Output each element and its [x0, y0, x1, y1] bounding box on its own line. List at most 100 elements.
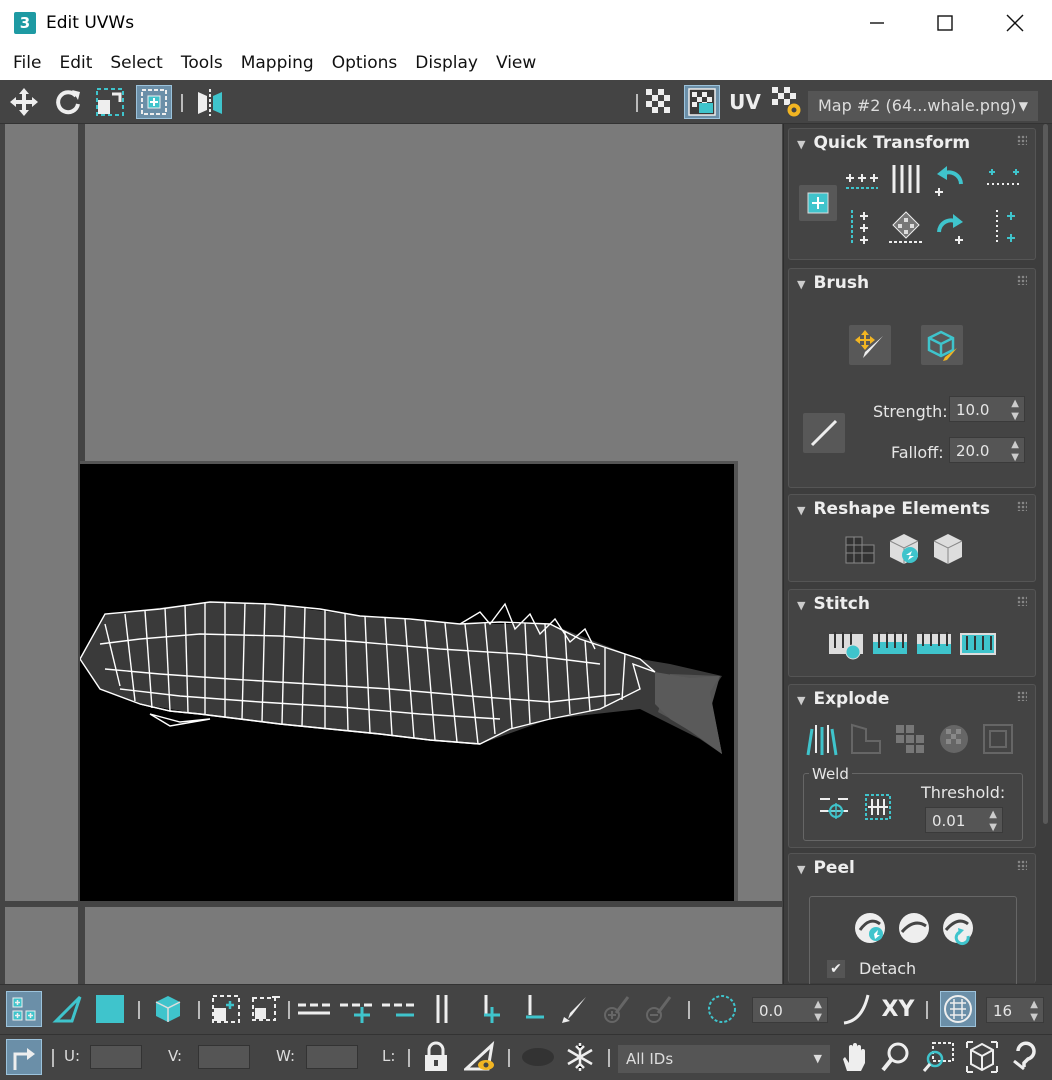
rollout-brush-header[interactable]: ▼ Brush	[797, 273, 869, 293]
menu-edit[interactable]: Edit	[50, 53, 101, 73]
straighten-selection-button[interactable]	[841, 531, 879, 567]
move-button[interactable]	[6, 85, 42, 119]
space-vertical-button[interactable]	[887, 209, 925, 245]
ring-select-button[interactable]	[424, 991, 460, 1027]
paint-move-button[interactable]	[849, 325, 891, 365]
freeform-button[interactable]	[136, 85, 172, 119]
rotate-button[interactable]	[50, 85, 86, 119]
menu-select[interactable]: Select	[101, 53, 171, 73]
falloff-spinner[interactable]: 20.0 ▲ ▼	[949, 437, 1025, 463]
ring-grow-button[interactable]	[472, 991, 508, 1027]
pan-button[interactable]	[836, 1039, 872, 1075]
map-dropdown[interactable]: Map #2 (64...whale.png) ▼	[808, 91, 1038, 121]
scrollbar-thumb[interactable]	[1043, 124, 1048, 824]
lock-selection-button[interactable]	[418, 1039, 454, 1075]
zoom-region-button[interactable]	[920, 1039, 956, 1075]
rollout-quick-transform-header[interactable]: ▼ Quick Transform	[797, 133, 970, 153]
grid-snap-button[interactable]	[940, 991, 976, 1027]
threshold-spinner[interactable]: 0.01 ▲ ▼	[925, 807, 1003, 833]
menu-mapping[interactable]: Mapping	[232, 53, 323, 73]
shrink-selection-button[interactable]	[248, 991, 284, 1027]
zoom-button[interactable]	[878, 1039, 914, 1075]
align-vertical-button[interactable]	[843, 209, 881, 245]
spinner-arrows-icon[interactable]: ▲ ▼	[814, 998, 822, 1024]
hide-unselected-button[interactable]	[462, 1039, 498, 1075]
loop-grow-button[interactable]	[338, 991, 374, 1027]
relax-button[interactable]	[885, 531, 923, 567]
spinner-arrows-icon[interactable]: ▲ ▼	[1011, 438, 1019, 464]
panel-scrollbar[interactable]	[1039, 124, 1052, 984]
grow-selection-button[interactable]	[208, 991, 244, 1027]
grid-size-spinner[interactable]: 16 ▲ ▼	[986, 997, 1044, 1023]
minimize-button[interactable]	[842, 0, 912, 46]
texture-map-area[interactable]	[80, 461, 738, 901]
xy-space-button[interactable]: XY	[880, 991, 916, 1027]
menu-view[interactable]: View	[487, 53, 545, 73]
space-horizontal-button[interactable]	[887, 161, 925, 197]
close-button[interactable]	[980, 0, 1050, 46]
maximize-button[interactable]	[910, 0, 980, 46]
edge-mode-button[interactable]	[50, 991, 86, 1027]
absolute-offset-toggle[interactable]	[6, 1039, 42, 1075]
rollout-peel-header[interactable]: ▼ Peel	[797, 858, 855, 878]
u-field[interactable]	[90, 1045, 142, 1069]
rotate-cw-button[interactable]	[931, 209, 969, 245]
paint-select-button[interactable]	[556, 991, 592, 1027]
explode-by-angle-button[interactable]	[847, 721, 885, 757]
w-field[interactable]	[306, 1045, 358, 1069]
falloff-curve-button[interactable]	[840, 991, 876, 1027]
relax-settings-button[interactable]	[929, 531, 967, 567]
relax-brush-button[interactable]	[921, 325, 963, 365]
stitch-average-button[interactable]	[915, 626, 953, 662]
v-field[interactable]	[198, 1045, 250, 1069]
menu-display[interactable]: Display	[406, 53, 487, 73]
checker-pattern-button[interactable]	[641, 85, 677, 119]
paint-grow-button[interactable]	[598, 991, 634, 1027]
help-button[interactable]	[1008, 1039, 1044, 1075]
rollout-stitch-header[interactable]: ▼ Stitch	[797, 594, 870, 614]
strength-spinner[interactable]: 10.0 ▲ ▼	[949, 396, 1025, 422]
menu-tools[interactable]: Tools	[172, 53, 232, 73]
uv-mode-button[interactable]: UV	[727, 85, 763, 119]
loop-shrink-button[interactable]	[380, 991, 416, 1027]
stitch-to-source-button[interactable]	[959, 626, 997, 662]
quick-peel-button[interactable]	[851, 910, 889, 946]
menu-file[interactable]: File	[4, 53, 50, 73]
vertex-mode-button[interactable]	[6, 991, 42, 1027]
spinner-arrows-icon[interactable]: ▲ ▼	[989, 808, 997, 834]
align-to-edge-vertical-button[interactable]	[985, 209, 1023, 245]
align-to-edge-horizontal-button[interactable]	[985, 161, 1023, 197]
detach-checkbox[interactable]: ✔	[827, 960, 845, 978]
explode-by-smoothing-button[interactable]	[979, 721, 1017, 757]
material-id-dropdown[interactable]: All IDs ▼	[618, 1045, 830, 1073]
soft-selection-button[interactable]	[704, 991, 740, 1027]
rollout-explode-header[interactable]: ▼ Explode	[797, 689, 889, 709]
show-map-button[interactable]	[684, 85, 720, 119]
freeze-button[interactable]	[562, 1039, 598, 1075]
polygon-mode-button[interactable]	[92, 991, 128, 1027]
loop-select-button[interactable]	[296, 991, 332, 1027]
angle-spinner[interactable]: 0.0 ▲ ▼	[752, 997, 828, 1023]
set-pivot-button[interactable]	[799, 185, 837, 221]
brush-falloff-button[interactable]	[803, 413, 845, 453]
uv-viewport[interactable]	[5, 124, 782, 984]
explode-by-material-button[interactable]	[935, 721, 973, 757]
menu-options[interactable]: Options	[323, 53, 407, 73]
align-horizontal-button[interactable]	[843, 161, 881, 197]
texture-settings-button[interactable]	[769, 85, 805, 119]
scale-button[interactable]	[92, 85, 128, 119]
element-mode-button[interactable]	[150, 991, 186, 1027]
reset-peel-button[interactable]	[939, 910, 977, 946]
pelt-map-button[interactable]	[895, 910, 933, 946]
mirror-button[interactable]	[192, 85, 228, 119]
show-all-button[interactable]	[520, 1039, 556, 1075]
spinner-arrows-icon[interactable]: ▲ ▼	[1011, 397, 1019, 423]
break-button[interactable]	[803, 721, 841, 757]
paint-shrink-button[interactable]	[640, 991, 676, 1027]
rollout-reshape-header[interactable]: ▼ Reshape Elements	[797, 499, 990, 519]
stitch-to-target-button[interactable]	[871, 626, 909, 662]
zoom-extents-button[interactable]	[964, 1039, 1000, 1075]
spinner-arrows-icon[interactable]: ▲ ▼	[1030, 998, 1038, 1024]
weld-threshold-button[interactable]	[859, 789, 897, 825]
stitch-custom-button[interactable]	[827, 626, 865, 662]
